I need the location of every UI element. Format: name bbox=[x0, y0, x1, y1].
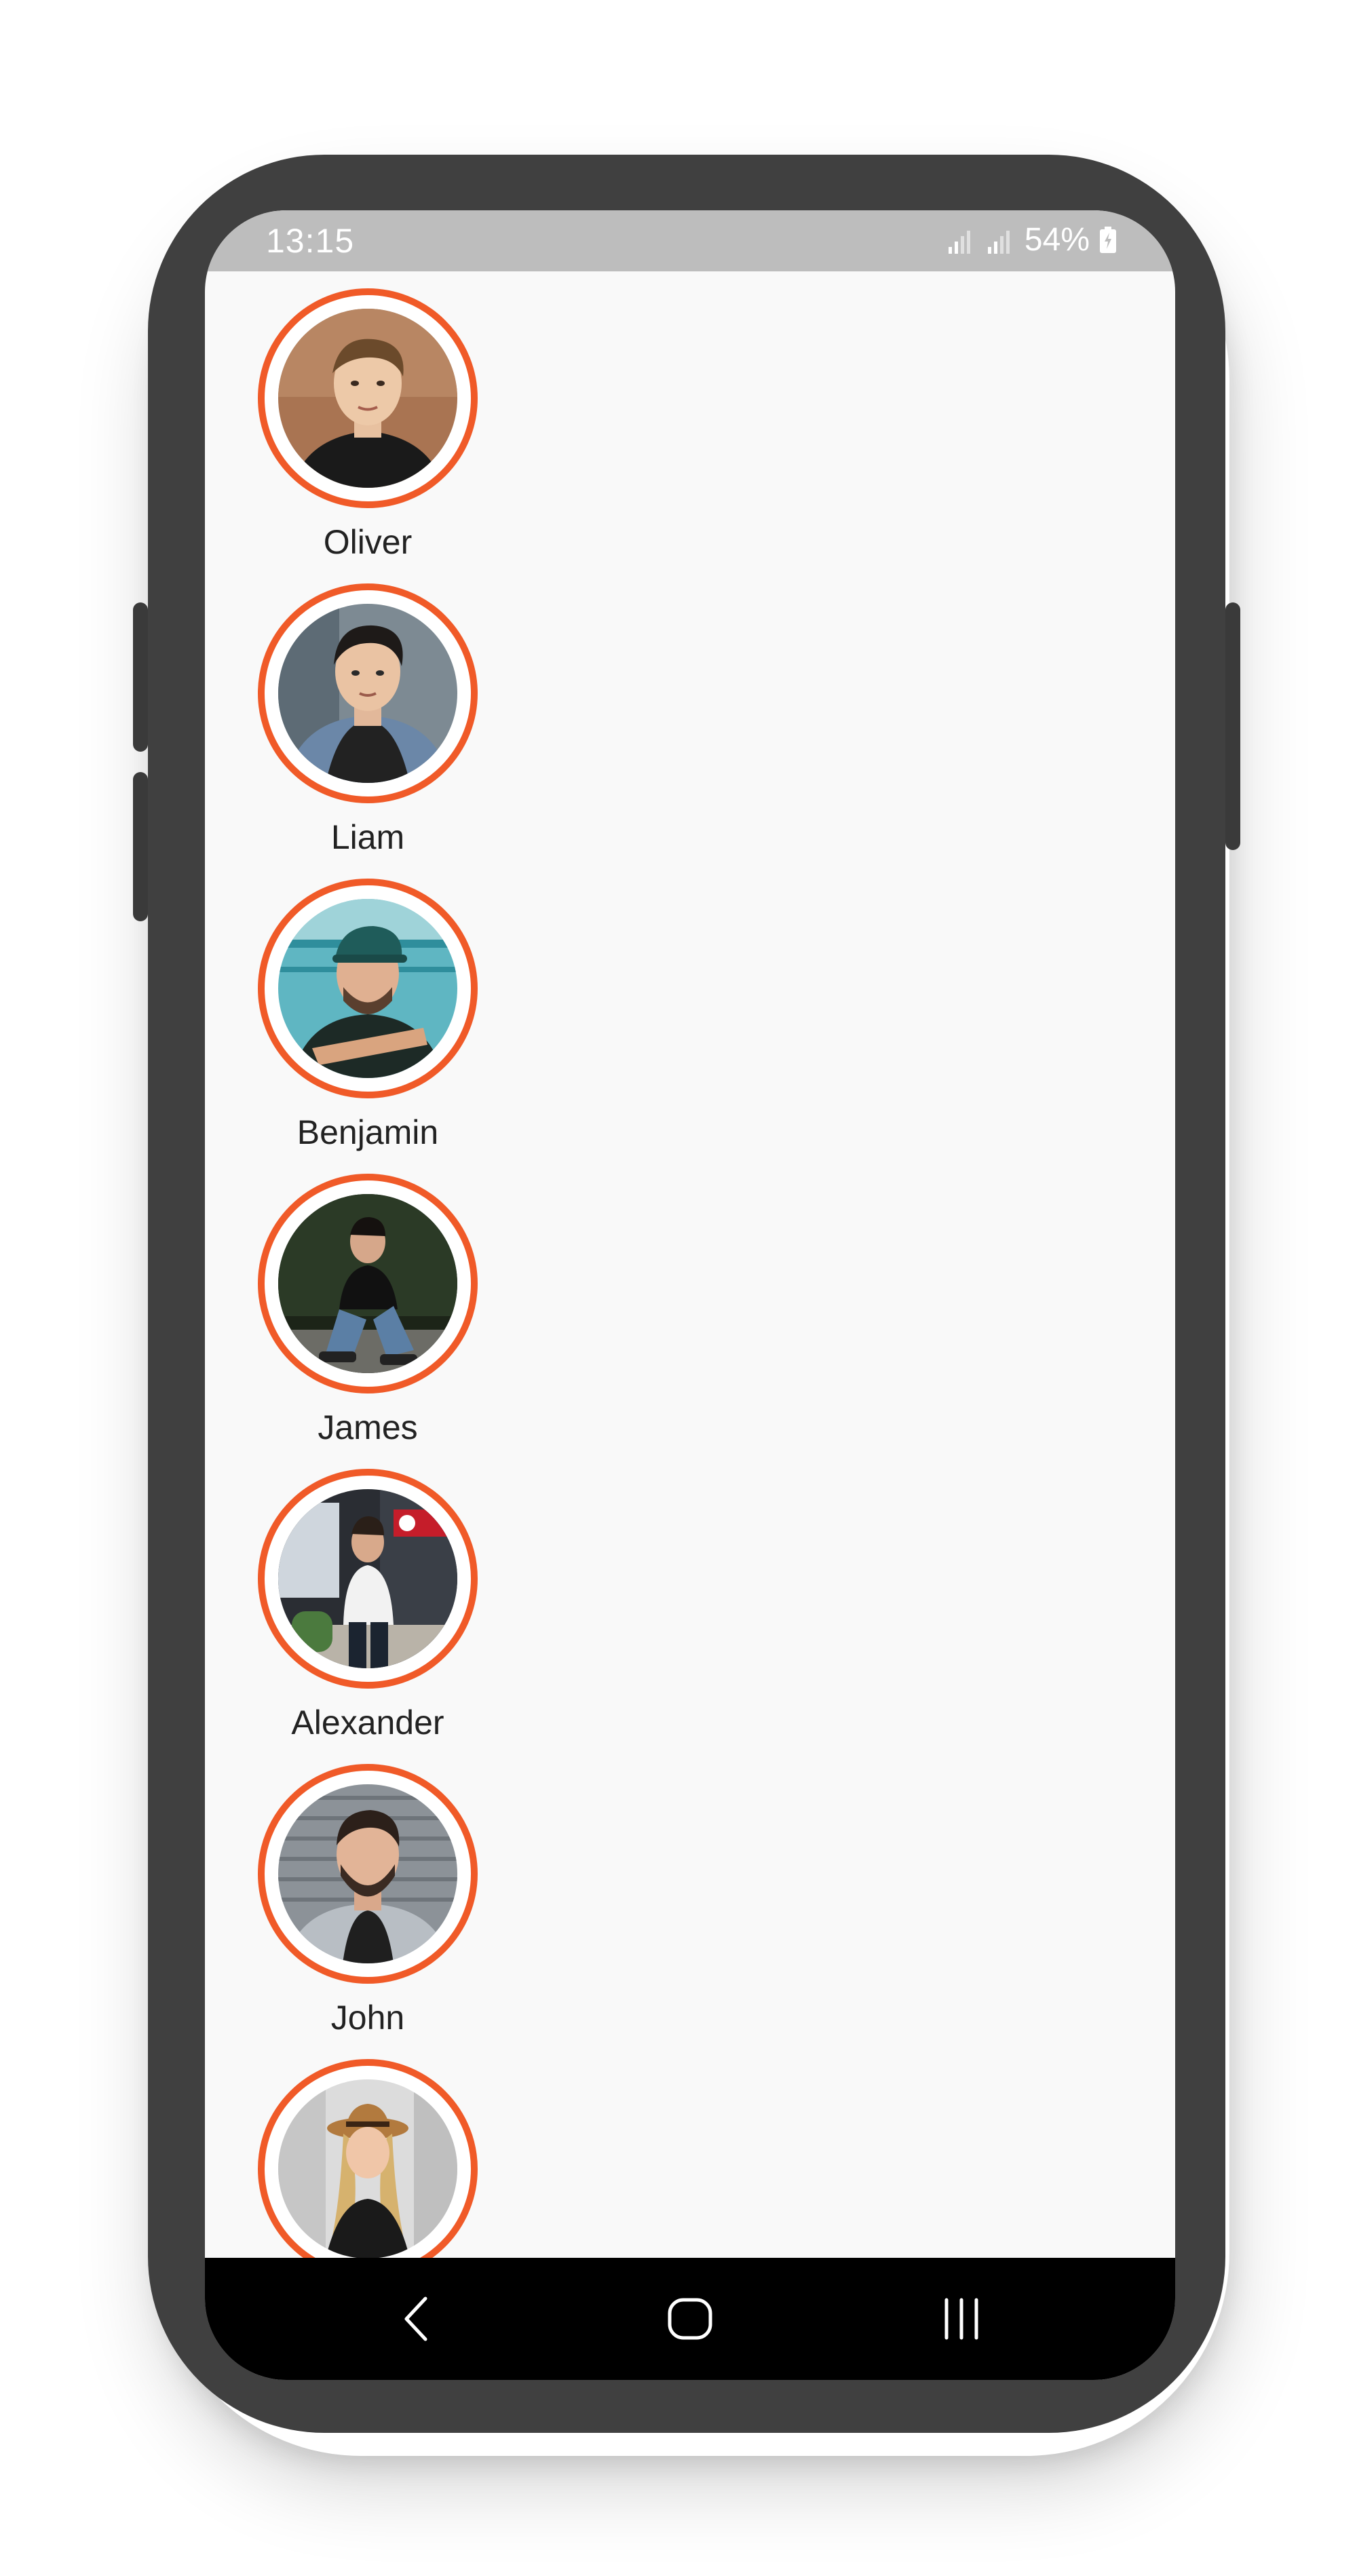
profile-photo bbox=[278, 899, 457, 1078]
profile-photo bbox=[278, 1194, 457, 1373]
story-name: Alexander bbox=[291, 1704, 444, 1742]
story-item[interactable]: James bbox=[258, 1174, 478, 1469]
story-ring bbox=[258, 879, 478, 1098]
story-name: Benjamin bbox=[297, 1113, 439, 1151]
status-icons: 54% bbox=[946, 221, 1117, 258]
profile-photo bbox=[278, 1489, 457, 1668]
battery-charging-icon bbox=[1100, 226, 1116, 253]
avatar bbox=[278, 899, 457, 1078]
status-time: 13:15 bbox=[266, 222, 355, 260]
volume-down-button bbox=[133, 772, 148, 921]
status-bar: 13:15 54% bbox=[205, 210, 1175, 271]
avatar bbox=[278, 1194, 457, 1373]
navigation-bar bbox=[205, 2258, 1175, 2380]
story-ring bbox=[258, 288, 478, 508]
story-item[interactable]: Alexander bbox=[258, 1469, 478, 1764]
story-ring bbox=[258, 1174, 478, 1393]
profile-photo bbox=[278, 309, 457, 488]
story-ring bbox=[258, 583, 478, 803]
story-item[interactable]: Oliver bbox=[258, 288, 478, 583]
home-button[interactable] bbox=[656, 2285, 724, 2353]
story-item[interactable]: Liam bbox=[258, 583, 478, 879]
story-item[interactable]: Benjamin bbox=[258, 879, 478, 1174]
story-name: James bbox=[318, 1408, 418, 1446]
story-item[interactable]: John bbox=[258, 1764, 478, 2059]
story-name: Oliver bbox=[323, 523, 413, 561]
avatar bbox=[278, 2079, 457, 2258]
story-name: John bbox=[330, 1999, 405, 2037]
home-icon bbox=[668, 2298, 712, 2340]
profile-photo bbox=[278, 1784, 457, 1963]
signal-icon bbox=[987, 230, 1010, 254]
back-button[interactable] bbox=[385, 2285, 453, 2353]
avatar bbox=[278, 309, 457, 488]
avatar bbox=[278, 1489, 457, 1668]
power-button bbox=[1225, 602, 1240, 850]
phone-screen: 13:15 54% Oliver Liam Benjamin James Ale… bbox=[205, 210, 1175, 2380]
recents-button[interactable] bbox=[928, 2285, 995, 2353]
recents-icon bbox=[944, 2298, 978, 2340]
battery-percent: 54% bbox=[1024, 222, 1090, 258]
story-ring bbox=[258, 1469, 478, 1689]
story-ring bbox=[258, 1764, 478, 1984]
story-name: Liam bbox=[330, 818, 405, 856]
profile-photo bbox=[278, 604, 457, 783]
volume-up-button bbox=[133, 602, 148, 752]
avatar bbox=[278, 1784, 457, 1963]
story-ring bbox=[258, 2059, 478, 2279]
signal-icon bbox=[948, 230, 970, 254]
avatar bbox=[278, 604, 457, 783]
back-chevron-icon bbox=[404, 2296, 427, 2341]
profile-photo bbox=[278, 2079, 457, 2258]
